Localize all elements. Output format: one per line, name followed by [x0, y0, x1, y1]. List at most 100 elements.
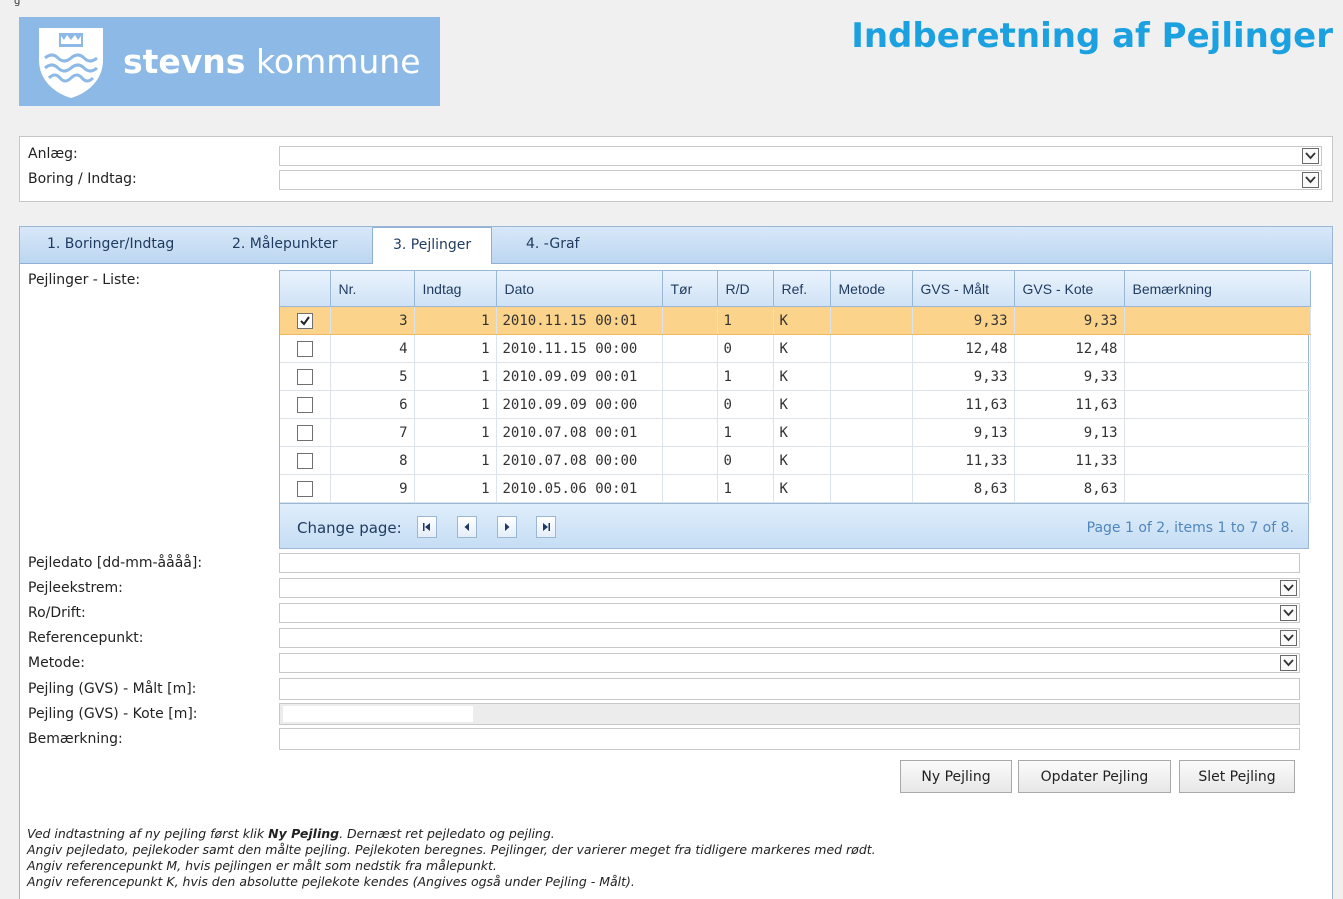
column-header-select: [280, 271, 331, 307]
pejledato-label: Pejledato [dd-mm-åååå]:: [28, 555, 203, 571]
column-header-gvs-kote[interactable]: GVS - Kote: [1014, 271, 1125, 307]
malt-label: Pejling (GVS) - Målt [m]:: [28, 681, 197, 697]
top-fragment: g: [14, 0, 21, 7]
pejleekstrem-select[interactable]: [279, 578, 1300, 598]
tab-pejlinger[interactable]: 3. Pejlinger: [372, 227, 493, 264]
malt-input[interactable]: [279, 678, 1300, 700]
column-header-bemaerkning[interactable]: Bemærkning: [1124, 271, 1311, 307]
tab-graf[interactable]: 4. -Graf: [526, 236, 579, 252]
checkbox[interactable]: [296, 452, 313, 469]
checkbox[interactable]: [296, 368, 313, 385]
checkbox[interactable]: [296, 480, 313, 497]
row-select-cell: [280, 362, 331, 391]
cell-nr: 3: [330, 306, 415, 335]
table-row[interactable]: 6 1 2010.09.09 00:00 0 K 11,63 11,63: [280, 390, 1311, 419]
help-line-3: Angiv referencepunkt M, hvis pejlingen e…: [27, 858, 497, 873]
anlaeg-label: Anlæg:: [28, 146, 78, 162]
table-row[interactable]: 4 1 2010.11.15 00:00 0 K 12,48 12,48: [280, 334, 1311, 363]
cell-tor: [662, 334, 718, 363]
cell-rd: 1: [717, 418, 774, 447]
cell-rd: 1: [717, 362, 774, 391]
cell-gvs-kote: 11,33: [1014, 446, 1125, 475]
column-header-metode[interactable]: Metode: [830, 271, 913, 307]
table-row[interactable]: 5 1 2010.09.09 00:01 1 K 9,33 9,33: [280, 362, 1311, 391]
column-header-indtag[interactable]: Indtag: [414, 271, 497, 307]
column-header-gvs-malt[interactable]: GVS - Målt: [912, 271, 1015, 307]
cell-indtag: 1: [414, 474, 497, 503]
cell-gvs-malt: 8,63: [912, 474, 1015, 503]
tab-bar: 1. Boringer/Indtag 2. Målepunkter 3. Pej…: [20, 227, 1332, 264]
ny-pejling-button[interactable]: Ny Pejling: [900, 760, 1012, 793]
row-select-cell: [280, 418, 331, 447]
chevron-down-icon[interactable]: [1302, 172, 1319, 188]
cell-indtag: 1: [414, 334, 497, 363]
column-header-dato[interactable]: Dato: [496, 271, 663, 307]
last-page-button[interactable]: [536, 516, 556, 538]
cell-ref: K: [773, 418, 831, 447]
checkbox[interactable]: [296, 424, 313, 441]
cell-metode: [830, 334, 913, 363]
table-row[interactable]: 9 1 2010.05.06 00:01 1 K 8,63 8,63: [280, 474, 1311, 503]
cell-ref: K: [773, 362, 831, 391]
cell-metode: [830, 446, 913, 475]
rodrift-select[interactable]: [279, 603, 1300, 623]
tab-boringer[interactable]: 1. Boringer/Indtag: [47, 236, 174, 252]
anlaeg-select[interactable]: [279, 146, 1322, 166]
cell-gvs-kote: 12,48: [1014, 334, 1125, 363]
cell-bem: [1124, 446, 1311, 475]
pejledato-input[interactable]: [279, 553, 1300, 573]
slet-pejling-button[interactable]: Slet Pejling: [1179, 760, 1295, 793]
cell-metode: [830, 362, 913, 391]
referencepunkt-select[interactable]: [279, 628, 1300, 648]
help-line-4: Angiv referencepunkt K, hvis den absolut…: [27, 874, 635, 889]
cell-rd: 0: [717, 390, 774, 419]
tab-malepunkter[interactable]: 2. Målepunkter: [232, 236, 338, 252]
cell-gvs-malt: 11,63: [912, 390, 1015, 419]
pager-label: Change page:: [297, 519, 402, 537]
first-page-icon: [423, 523, 430, 531]
chevron-down-icon[interactable]: [1280, 630, 1297, 646]
cell-indtag: 1: [414, 418, 497, 447]
checkbox[interactable]: [296, 396, 313, 413]
cell-gvs-kote: 11,63: [1014, 390, 1125, 419]
list-label: Pejlinger - Liste:: [28, 272, 141, 288]
table-row[interactable]: 3 1 2010.11.15 00:01 1 K 9,33 9,33: [280, 306, 1311, 335]
column-header-ref[interactable]: Ref.: [773, 271, 831, 307]
cell-tor: [662, 474, 718, 503]
pager-info: Page 1 of 2, items 1 to 7 of 8.: [1086, 520, 1294, 536]
shield-crest-icon: [39, 27, 103, 98]
opdater-pejling-button[interactable]: Opdater Pejling: [1018, 760, 1171, 793]
rodrift-label: Ro/Drift:: [28, 605, 86, 621]
cell-rd: 0: [717, 446, 774, 475]
chevron-down-icon[interactable]: [1280, 655, 1297, 671]
prev-page-button[interactable]: [457, 516, 477, 538]
cell-tor: [662, 418, 718, 447]
pejleekstrem-label: Pejleekstrem:: [28, 580, 123, 596]
column-header-nr[interactable]: Nr.: [330, 271, 415, 307]
kote-input: [279, 703, 1300, 725]
column-header-rd[interactable]: R/D: [717, 271, 774, 307]
help-line-1: Ved indtastning af ny pejling først klik…: [27, 826, 555, 841]
cell-tor: [662, 362, 718, 391]
first-page-button[interactable]: [417, 516, 437, 538]
cell-indtag: 1: [414, 446, 497, 475]
table-row[interactable]: 8 1 2010.07.08 00:00 0 K 11,33 11,33: [280, 446, 1311, 475]
cell-tor: [662, 390, 718, 419]
checkbox-checked[interactable]: [296, 312, 313, 329]
row-select-cell: [280, 334, 331, 363]
chevron-down-icon[interactable]: [1302, 148, 1319, 164]
cell-indtag: 1: [414, 306, 497, 335]
boring-select[interactable]: [279, 170, 1322, 190]
cell-nr: 7: [330, 418, 415, 447]
column-header-tor[interactable]: Tør: [662, 271, 718, 307]
checkbox[interactable]: [296, 340, 313, 357]
cell-gvs-kote: 9,13: [1014, 418, 1125, 447]
chevron-down-icon[interactable]: [1280, 605, 1297, 621]
bemaerkning-input[interactable]: [279, 728, 1300, 750]
cell-dato: 2010.09.09 00:01: [496, 362, 663, 391]
table-row[interactable]: 7 1 2010.07.08 00:01 1 K 9,13 9,13: [280, 418, 1311, 447]
metode-select[interactable]: [279, 653, 1300, 673]
chevron-down-icon[interactable]: [1280, 580, 1297, 596]
cell-dato: 2010.05.06 00:01: [496, 474, 663, 503]
next-page-button[interactable]: [497, 516, 517, 538]
